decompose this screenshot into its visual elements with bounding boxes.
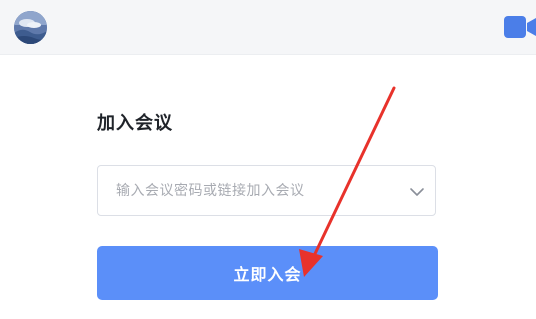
meeting-code-placeholder: 输入会议密码或链接加入会议 (116, 183, 305, 199)
join-now-button[interactable]: 立即入会 (97, 246, 438, 300)
video-camera-button[interactable] (502, 14, 536, 40)
join-meeting-title: 加入会议 (97, 113, 173, 134)
avatar[interactable] (14, 11, 47, 44)
top-bar (0, 0, 536, 55)
meeting-code-input[interactable]: 输入会议密码或链接加入会议 (97, 165, 436, 216)
video-camera-icon (504, 16, 536, 38)
avatar-landscape-icon (14, 11, 47, 44)
chevron-down-icon[interactable] (409, 184, 425, 198)
